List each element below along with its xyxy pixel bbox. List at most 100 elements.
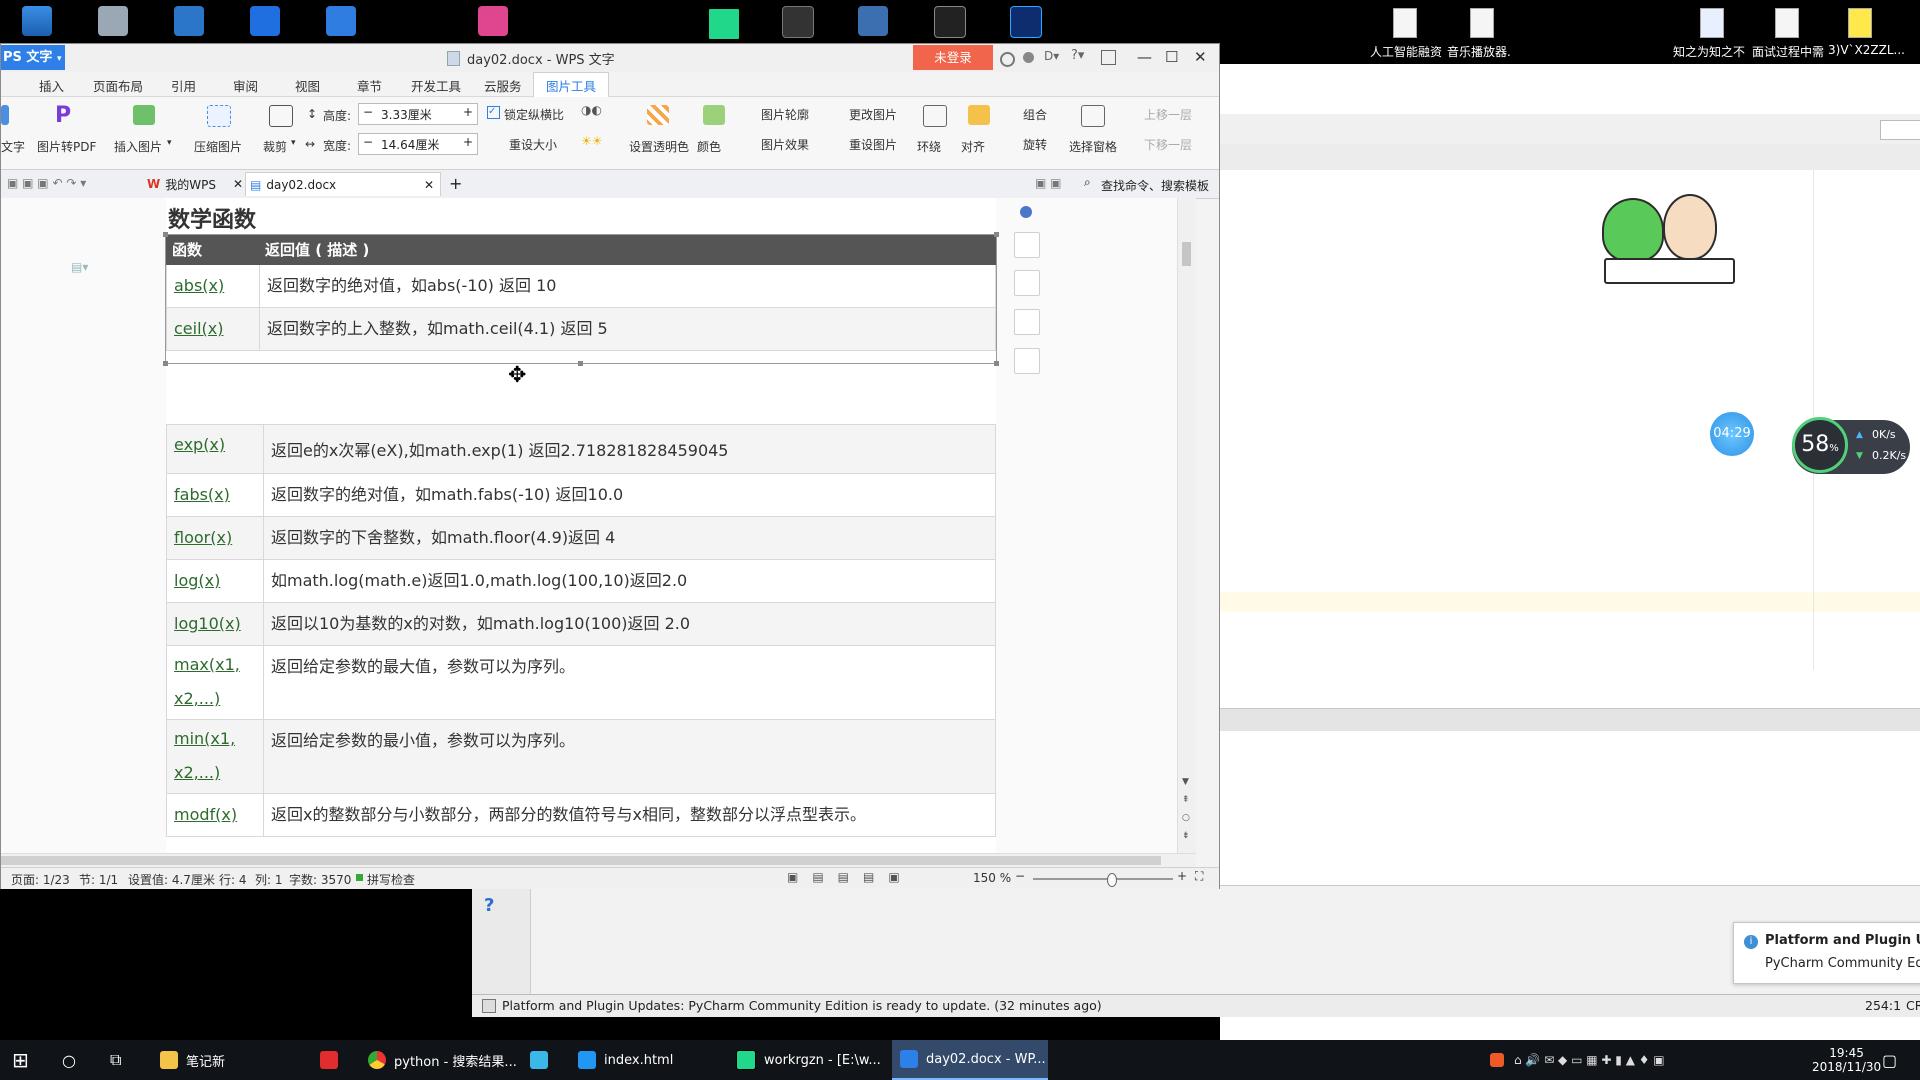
terminal-icon[interactable]	[782, 6, 814, 38]
taskbar-app[interactable]: workrgzn - [E:\w...	[736, 1040, 881, 1080]
insert-picture-icon[interactable]	[133, 105, 155, 125]
tray-icons[interactable]: ⌂ 🔊 ✉ ◆ ▭ ▦ ✚ ▮ ▲ ♦ ▣	[1490, 1040, 1665, 1080]
pin-icon[interactable]	[1101, 50, 1116, 65]
media-player-icon[interactable]	[530, 1040, 548, 1080]
cmd-icon[interactable]	[934, 6, 966, 38]
align-button[interactable]: 对齐	[961, 138, 985, 155]
reset-picture-button[interactable]: 重设图片	[849, 136, 897, 153]
zoom-in-button[interactable]: +	[1177, 869, 1187, 883]
effects-button[interactable]: 图片效果	[761, 136, 809, 153]
function-name[interactable]: floor(x)	[166, 516, 264, 560]
file-icon[interactable]	[1393, 8, 1417, 38]
insert-picture-button[interactable]: 插入图片	[114, 138, 162, 155]
change-picture-button[interactable]: 更改图片	[849, 106, 897, 123]
brightness-icon[interactable]: ◑◐	[581, 103, 617, 123]
close-icon[interactable]: ✕	[424, 178, 434, 192]
yellow-file-icon[interactable]	[1848, 8, 1872, 38]
spell-check[interactable]: 拼写检查	[367, 871, 415, 888]
recycle-bin-icon[interactable]	[98, 6, 128, 36]
file-icon[interactable]	[1775, 8, 1799, 38]
page-margin-icon[interactable]: ▤▾	[71, 260, 88, 274]
security-shield-icon[interactable]	[250, 6, 280, 36]
resize-handle[interactable]	[994, 232, 999, 237]
command-search[interactable]: 查找命令、搜索模板	[1101, 177, 1209, 194]
start-button[interactable]: ⊞	[12, 1040, 29, 1080]
zoom-slider[interactable]	[1033, 873, 1173, 887]
help-icon[interactable]: ?	[484, 895, 494, 916]
increment-button[interactable]: +	[463, 105, 473, 119]
app-menu-button[interactable]: PS 文字 ▾	[1, 45, 65, 70]
update-notification[interactable]: i Platform and Plugin Upd PyCharm Commun…	[1733, 922, 1920, 984]
function-name[interactable]: max(x1, x2,...)	[166, 645, 264, 720]
wrap-text-label[interactable]: 文字	[1, 138, 25, 155]
group-button[interactable]: 组合	[1023, 106, 1047, 123]
fullscreen-icon[interactable]: ⛶	[1195, 869, 1203, 884]
function-name[interactable]: fabs(x)	[166, 473, 264, 517]
bring-forward-button[interactable]: 上移一层	[1144, 106, 1192, 123]
function-name[interactable]: log(x)	[166, 559, 264, 603]
resize-handle[interactable]	[163, 361, 168, 366]
zoom-icon[interactable]	[1014, 270, 1040, 296]
resize-handle[interactable]	[994, 361, 999, 366]
horizontal-scrollbar[interactable]	[1, 853, 1196, 868]
status-panel-icon[interactable]	[482, 999, 496, 1013]
wrap-button[interactable]: 环绕	[917, 138, 941, 155]
word-file-icon[interactable]	[1700, 8, 1724, 38]
align-icon[interactable]	[968, 105, 990, 125]
function-name[interactable]: abs(x)	[166, 264, 260, 308]
login-button[interactable]: 未登录	[913, 45, 993, 70]
photoshop-icon[interactable]	[1010, 6, 1042, 38]
youdao-icon[interactable]	[320, 1040, 338, 1080]
notification-center-icon[interactable]: ▢	[1882, 1040, 1897, 1080]
help-icon[interactable]: ?▾	[1071, 48, 1084, 63]
line-separator[interactable]: CR	[1906, 998, 1920, 1013]
tab-insert[interactable]: 插入	[39, 76, 64, 95]
close-icon[interactable]: ✕	[233, 177, 243, 191]
function-name[interactable]: min(x1, x2,...)	[166, 719, 264, 794]
zoom-level[interactable]: 150 %	[973, 871, 1011, 885]
rotate-button[interactable]: 旋转	[1023, 136, 1047, 153]
crop-button[interactable]: 裁剪	[263, 138, 287, 155]
function-name[interactable]: exp(x)	[166, 424, 264, 474]
cursor-position[interactable]: 254:1	[1865, 998, 1901, 1013]
wrap-icon[interactable]	[923, 105, 947, 127]
scroll-thumb[interactable]	[1, 856, 1161, 865]
task-view-icon[interactable]: ⧉	[110, 1040, 121, 1080]
taskbar-app[interactable]: index.html	[578, 1040, 673, 1080]
increment-button[interactable]: +	[463, 135, 473, 149]
sun-icon[interactable]: ☀☀	[581, 134, 617, 154]
decrement-button[interactable]: −	[363, 135, 373, 149]
maximize-button[interactable]: ☐	[1165, 48, 1178, 66]
tab-layout[interactable]: 页面布局	[93, 76, 143, 95]
chart-icon[interactable]	[1014, 232, 1040, 258]
tab-tools-icon[interactable]: ▣ ▣	[1035, 176, 1062, 190]
speed-widget[interactable]: 58% ▲ 0K/s ▼ 0.2K/s	[1792, 417, 1910, 474]
app-pink-icon[interactable]	[478, 6, 508, 36]
taskbar-app[interactable]: 笔记新	[160, 1040, 225, 1080]
network-icon[interactable]	[858, 6, 888, 36]
chevron-down-icon[interactable]: ▾	[167, 138, 172, 148]
function-name[interactable]: ceil(x)	[166, 307, 260, 351]
picture-edit-icon[interactable]	[1014, 348, 1040, 374]
word-count[interactable]: 字数: 3570	[289, 871, 351, 888]
pdf-icon[interactable]: P	[55, 103, 77, 128]
width-value[interactable]: 14.64厘米	[381, 136, 439, 153]
set-transparent-button[interactable]: 设置透明色	[629, 138, 689, 155]
reset-size-button[interactable]: 重设大小	[509, 136, 557, 153]
function-name[interactable]: log10(x)	[166, 602, 264, 646]
tab-cloud[interactable]: 云服务	[484, 76, 522, 95]
new-tab-button[interactable]: +	[449, 174, 462, 193]
page-status[interactable]: 页面: 1/23	[11, 871, 70, 888]
crop-icon[interactable]	[269, 105, 293, 127]
tab-picture-tools[interactable]: 图片工具	[533, 72, 610, 99]
color-icon[interactable]	[703, 105, 725, 125]
vertical-scrollbar[interactable]: ▼ ⇞ ○ ⇟	[1177, 198, 1196, 853]
timer-bubble[interactable]: 04:29	[1710, 412, 1754, 456]
pycharm-tab[interactable]	[1880, 120, 1920, 140]
selected-picture[interactable]: 函数 返回值 ( 描述 ) abs(x) 返回数字的绝对值，如abs(-10) …	[163, 232, 999, 366]
tab-view[interactable]: 视图	[295, 76, 320, 95]
wrap-text-icon[interactable]	[1, 105, 9, 125]
search-icon[interactable]: ⌕	[1084, 175, 1091, 190]
resize-handle[interactable]	[163, 232, 168, 237]
scroll-nav-icons[interactable]: ▼ ⇞ ○ ⇟	[1182, 773, 1190, 845]
